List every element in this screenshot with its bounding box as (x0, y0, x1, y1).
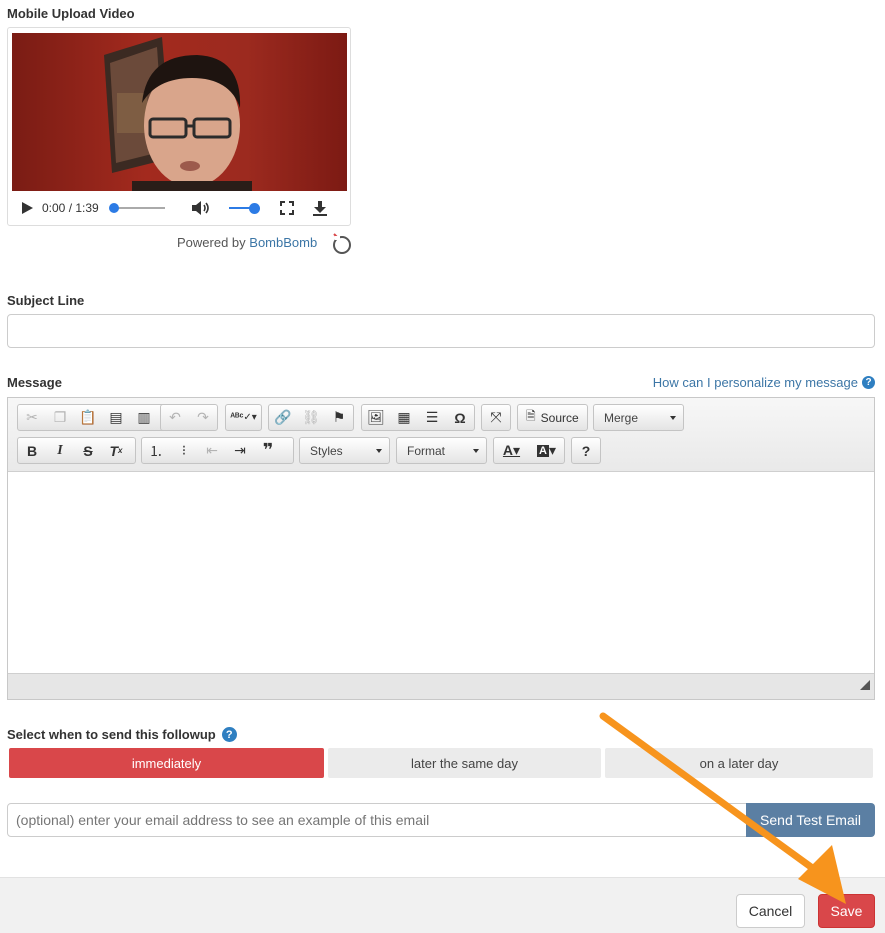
text-color-icon[interactable]: A▾ (494, 438, 529, 463)
personalize-help-link[interactable]: How can I personalize my message ? (653, 375, 875, 390)
option-immediately[interactable]: immediately (9, 748, 324, 778)
table-icon[interactable]: ▦ (390, 405, 418, 430)
horizontal-line-icon[interactable]: ☰ (418, 405, 446, 430)
message-label: Message (7, 375, 62, 390)
insert-group: 🖼 ▦ ☰ Ω (361, 404, 475, 431)
bold-icon[interactable]: B (18, 438, 46, 463)
spellcheck-icon[interactable]: ᴬᴮᶜ✓▾ (226, 405, 261, 430)
chevron-down-icon (376, 449, 382, 453)
option-later-same-day[interactable]: later the same day (328, 748, 601, 778)
paste-text-icon[interactable]: ▤ (102, 405, 130, 430)
italic-icon[interactable]: I (46, 438, 74, 463)
help-question-icon[interactable]: ? (572, 438, 600, 463)
message-editor: ✂ ❐ 📋 ▤ ▥ ↶ ↷ ᴬᴮᶜ✓▾ 🔗 ⛓ ⚑ 🖼 ▦ ☰ Ω ⤧ 🗎 So… (7, 397, 875, 700)
option-later-day[interactable]: on a later day (605, 748, 873, 778)
link-group: 🔗 ⛓ ⚑ (268, 404, 354, 431)
test-email-input[interactable] (7, 803, 749, 837)
chevron-down-icon (670, 416, 676, 420)
indent-icon[interactable]: ⇥ (226, 438, 254, 463)
paragraph-group: ⒈ ⁝ ⇤ ⇥ ❞ (141, 437, 294, 464)
merge-dropdown[interactable]: Merge (593, 404, 684, 431)
send-timing-label-wrap: Select when to send this followup ? (7, 727, 237, 742)
fullscreen-icon[interactable] (279, 201, 294, 215)
help-icon[interactable]: ? (221, 727, 237, 742)
video-time: 0:00 / 1:39 (42, 201, 99, 215)
chevron-down-icon (473, 449, 479, 453)
send-timing-label: Select when to send this followup (7, 727, 216, 742)
basic-styles-group: B I S Tx (17, 437, 136, 464)
help-icon: ? (862, 376, 875, 389)
styles-label: Styles (310, 443, 343, 458)
format-dropdown[interactable]: Format (396, 437, 487, 464)
color-group: A▾ A ▾ (493, 437, 565, 464)
personalize-help-text: How can I personalize my message (652, 375, 858, 390)
spellcheck-group: ᴬᴮᶜ✓▾ (225, 404, 262, 431)
link-icon[interactable]: 🔗 (269, 405, 297, 430)
editor-footer (8, 673, 874, 699)
copy-icon[interactable]: ❐ (46, 405, 74, 430)
undo-icon[interactable]: ↶ (161, 405, 189, 430)
styles-dropdown[interactable]: Styles (299, 437, 390, 464)
bombbomb-logo-icon (331, 233, 353, 260)
editor-toolbar: ✂ ❐ 📋 ▤ ▥ ↶ ↷ ᴬᴮᶜ✓▾ 🔗 ⛓ ⚑ 🖼 ▦ ☰ Ω ⤧ 🗎 So… (8, 398, 874, 472)
redo-icon[interactable]: ↷ (189, 405, 217, 430)
play-icon[interactable] (20, 201, 34, 215)
anchor-flag-icon[interactable]: ⚑ (325, 405, 353, 430)
send-test-email-button[interactable]: Send Test Email (746, 803, 875, 837)
paste-word-icon[interactable]: ▥ (130, 405, 158, 430)
cut-icon[interactable]: ✂ (18, 405, 46, 430)
blockquote-icon[interactable]: ❞ (254, 438, 282, 463)
progress-slider[interactable] (108, 202, 165, 214)
cancel-button[interactable]: Cancel (736, 894, 805, 928)
strike-icon[interactable]: S (74, 438, 102, 463)
volume-icon[interactable] (191, 200, 211, 216)
subject-label: Subject Line (7, 293, 85, 308)
outdent-icon[interactable]: ⇤ (198, 438, 226, 463)
subject-input[interactable] (7, 314, 875, 348)
source-label: Source (540, 410, 579, 425)
save-button[interactable]: Save (818, 894, 875, 928)
message-body[interactable] (8, 472, 874, 673)
resize-handle-icon[interactable] (860, 677, 870, 695)
background-color-icon[interactable]: A ▾ (529, 438, 564, 463)
bulleted-list-icon[interactable]: ⁝ (170, 438, 198, 463)
remove-format-icon[interactable]: Tx (102, 438, 130, 463)
video-thumbnail (104, 37, 252, 191)
history-group: ↶ ↷ (160, 404, 218, 431)
modal-footer: Cancel Save (0, 877, 885, 933)
powered-prefix: Powered by (177, 235, 246, 250)
image-icon[interactable]: 🖼 (362, 405, 390, 430)
video-frame[interactable] (12, 33, 347, 191)
maximize-icon[interactable]: ⤧ (482, 405, 510, 430)
maximize-group: ⤧ (481, 404, 511, 431)
video-controls: 0:00 / 1:39 (12, 193, 347, 223)
clipboard-group: ✂ ❐ 📋 ▤ ▥ (17, 404, 170, 431)
merge-label: Merge (604, 410, 639, 425)
about-group: ? (571, 437, 601, 464)
source-icon: 🗎 (526, 409, 536, 423)
download-icon[interactable] (312, 200, 328, 216)
video-player[interactable]: 0:00 / 1:39 (7, 27, 351, 226)
unlink-icon[interactable]: ⛓ (297, 405, 325, 430)
video-section-title: Mobile Upload Video (7, 6, 135, 21)
paste-icon[interactable]: 📋 (74, 405, 102, 430)
bombbomb-link[interactable]: BombBomb (249, 235, 317, 250)
volume-slider[interactable] (228, 202, 261, 214)
format-label: Format (407, 443, 446, 458)
special-char-icon[interactable]: Ω (446, 405, 474, 430)
source-button[interactable]: 🗎 Source (517, 404, 588, 431)
numbered-list-icon[interactable]: ⒈ (142, 438, 170, 463)
powered-by: Powered by BombBomb (177, 235, 317, 250)
